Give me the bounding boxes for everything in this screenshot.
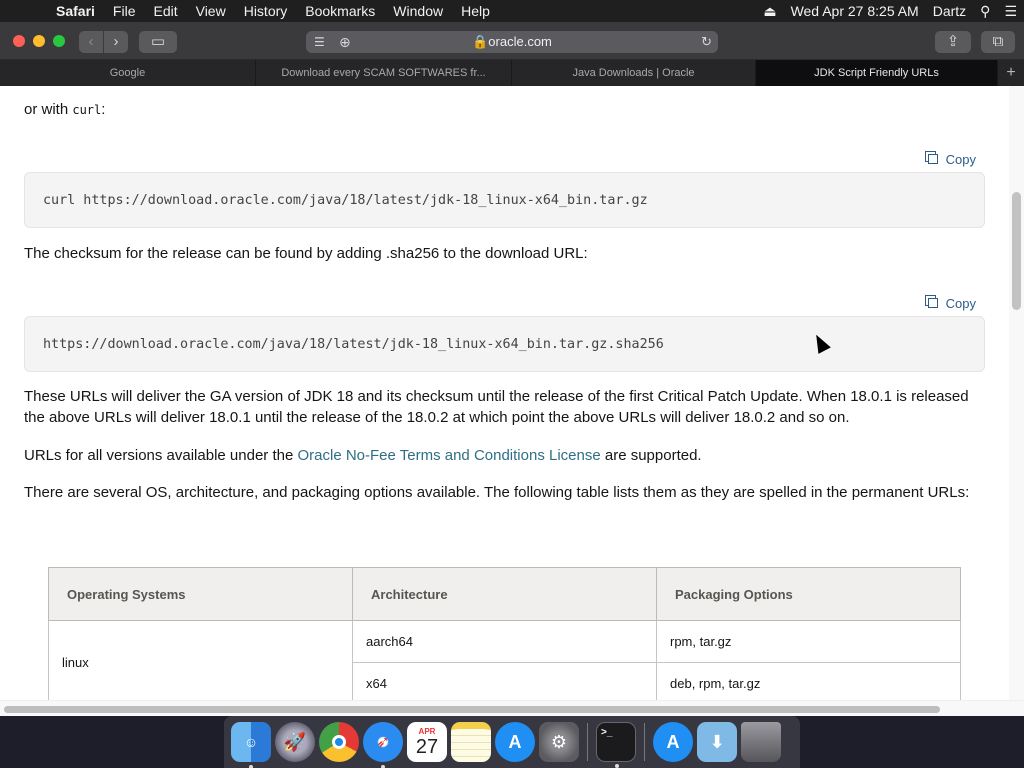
- table-header-os: Operating Systems: [48, 567, 353, 621]
- table-cell-packaging: rpm, tar.gz: [656, 620, 961, 663]
- table-cell-os: linux: [48, 620, 353, 700]
- menu-window[interactable]: Window: [384, 0, 452, 22]
- checksum-text: The checksum for the release can be foun…: [24, 245, 588, 262]
- curl-intro-text: or with curl:: [24, 99, 984, 121]
- url-text[interactable]: 🔒oracle.com: [306, 31, 718, 53]
- eject-icon[interactable]: ⏏: [756, 3, 783, 20]
- menu-list-icon[interactable]: ☰: [997, 3, 1024, 20]
- new-tab-button[interactable]: +: [998, 60, 1024, 86]
- back-button[interactable]: ‹: [79, 31, 103, 53]
- tab-google[interactable]: Google: [0, 60, 256, 86]
- safari-icon[interactable]: ➶: [363, 722, 403, 768]
- license-text: URLs for all versions available under th…: [24, 445, 984, 466]
- sidebar-toggle-button[interactable]: ▭: [139, 31, 177, 53]
- copy-icon: [924, 295, 938, 308]
- address-bar[interactable]: ☰ ⊕ 🔒oracle.com ↻: [306, 31, 718, 53]
- web-page-content: or with curl: Copy curl https://download…: [0, 86, 1024, 700]
- horizontal-scrollbar[interactable]: [0, 700, 1024, 716]
- copy-label: Copy: [945, 296, 976, 311]
- license-link[interactable]: Oracle No-Fee Terms and Conditions Licen…: [297, 447, 600, 464]
- dock-separator: [587, 723, 588, 761]
- menubar-user[interactable]: Dartz: [926, 3, 973, 19]
- trash-icon[interactable]: [741, 722, 781, 762]
- share-button[interactable]: ⇪: [935, 31, 971, 53]
- zoom-window-button[interactable]: [53, 35, 65, 47]
- app-store-icon[interactable]: A: [495, 722, 535, 762]
- table-header-packaging: Packaging Options: [656, 567, 961, 621]
- close-window-button[interactable]: [13, 35, 25, 47]
- menu-history[interactable]: History: [235, 0, 297, 22]
- dock: ☺ 🚀 ➶ APR 27 A ⚙ >_ A ⬇: [224, 716, 800, 768]
- spotlight-search-icon[interactable]: ⚲: [973, 3, 997, 20]
- table-row: linux aarch64 rpm, tar.gz: [48, 620, 961, 700]
- forward-button[interactable]: ›: [104, 31, 128, 53]
- table-header-arch: Architecture: [352, 567, 657, 621]
- calendar-month: APR: [418, 726, 436, 736]
- table-cell-arch: aarch64: [352, 620, 657, 663]
- menu-edit[interactable]: Edit: [144, 0, 186, 22]
- intro-prefix: or with: [24, 101, 73, 118]
- intro-suffix: :: [101, 101, 106, 118]
- tab-java-downloads[interactable]: Java Downloads | Oracle: [512, 60, 756, 86]
- menu-view[interactable]: View: [187, 0, 235, 22]
- copy-label: Copy: [945, 152, 976, 167]
- minimize-window-button[interactable]: [33, 35, 45, 47]
- app-store-folder-icon[interactable]: A: [653, 722, 693, 762]
- reload-icon[interactable]: ↻: [701, 31, 712, 53]
- copy-button-2[interactable]: Copy: [924, 295, 976, 311]
- menubar-clock[interactable]: Wed Apr 27 8:25 AM: [784, 3, 926, 19]
- dock-separator: [644, 723, 645, 761]
- os-options-table: Operating Systems Architecture Packaging…: [48, 567, 961, 700]
- chrome-icon[interactable]: [319, 722, 359, 762]
- calendar-icon[interactable]: APR 27: [407, 722, 447, 762]
- running-indicator: [615, 764, 619, 768]
- calendar-day: 27: [415, 735, 439, 758]
- terminal-icon[interactable]: >_: [596, 722, 636, 768]
- menu-file[interactable]: File: [104, 0, 145, 22]
- finder-icon[interactable]: ☺: [231, 722, 271, 768]
- copy-icon: [924, 151, 938, 164]
- license-suffix: are supported.: [600, 447, 702, 464]
- launchpad-icon[interactable]: 🚀: [275, 722, 315, 762]
- tab-bar: Google Download every SCAM SOFTWARES fr.…: [0, 60, 1024, 86]
- notes-icon[interactable]: [451, 722, 491, 762]
- tab-scam-softwares[interactable]: Download every SCAM SOFTWARES fr...: [256, 60, 512, 86]
- table-cell-packaging: deb, rpm, tar.gz: [656, 662, 961, 700]
- downloads-folder-icon[interactable]: ⬇: [697, 722, 737, 762]
- tab-overview-button[interactable]: ⧉: [981, 31, 1015, 53]
- menu-safari[interactable]: Safari: [56, 0, 104, 22]
- vertical-scrollbar[interactable]: [1009, 86, 1024, 700]
- code-block-curl[interactable]: curl https://download.oracle.com/java/18…: [24, 172, 985, 228]
- safari-toolbar: ‹ › ▭ ☰ ⊕ 🔒oracle.com ↻ ⇪ ⧉: [0, 22, 1024, 60]
- menu-help[interactable]: Help: [452, 0, 499, 22]
- code-block-sha256[interactable]: https://download.oracle.com/java/18/late…: [24, 316, 985, 372]
- options-text: There are several OS, architecture, and …: [24, 484, 970, 501]
- license-prefix: URLs for all versions available under th…: [24, 447, 298, 464]
- menu-bookmarks[interactable]: Bookmarks: [296, 0, 384, 22]
- menu-bar: Safari File Edit View History Bookmarks …: [0, 0, 1024, 22]
- tab-jdk-script-friendly-urls[interactable]: JDK Script Friendly URLs: [756, 60, 998, 86]
- ga-release-text: These URLs will deliver the GA version o…: [24, 388, 969, 426]
- copy-button-1[interactable]: Copy: [924, 151, 976, 167]
- table-cell-arch: x64: [352, 662, 657, 700]
- horizontal-scroll-thumb[interactable]: [4, 706, 940, 713]
- system-preferences-icon[interactable]: ⚙: [539, 722, 579, 762]
- terminal-prompt: >_: [601, 727, 613, 738]
- vertical-scroll-thumb[interactable]: [1012, 192, 1021, 310]
- inline-code-curl: curl: [72, 103, 102, 117]
